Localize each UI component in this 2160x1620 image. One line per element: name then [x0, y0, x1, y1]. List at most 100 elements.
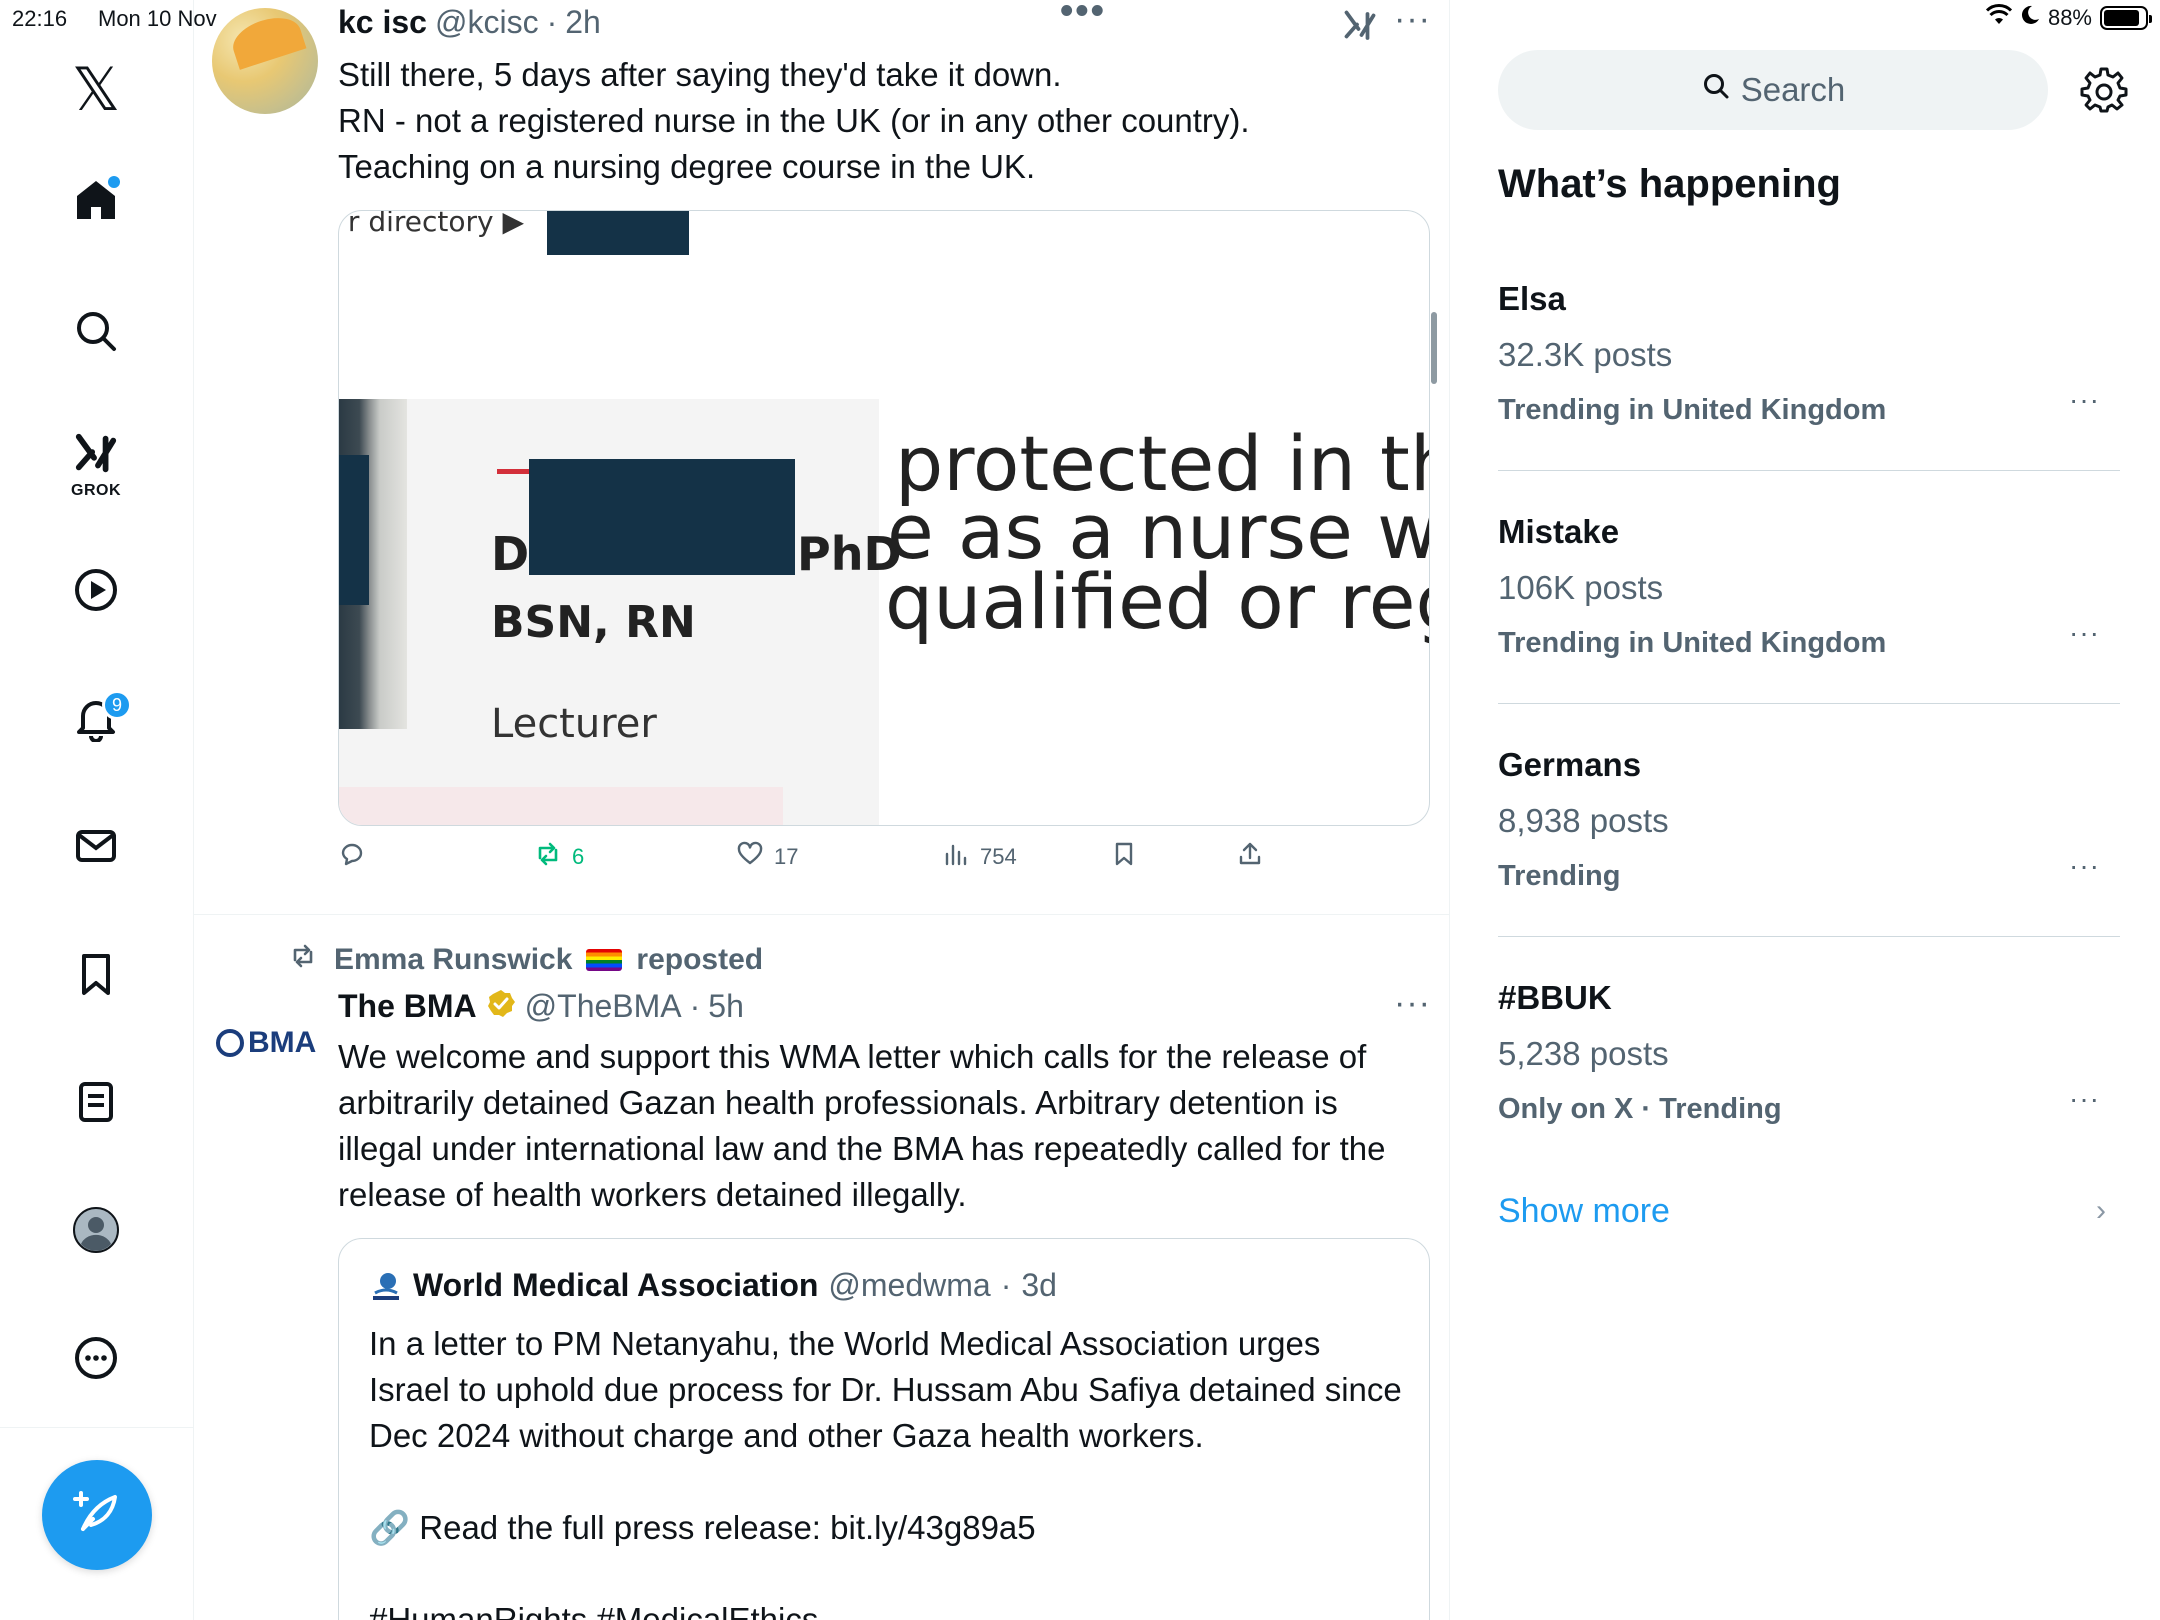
notification-count-badge: 9	[102, 690, 132, 720]
top-handle-dots[interactable]: •••	[1060, 0, 1106, 33]
right-sidebar: Search What’s happening Elsa 32.3K posts…	[1450, 0, 2160, 1620]
left-nav: 𝕏 GROK 9	[0, 0, 194, 1620]
avatar-logo-text: BMA	[248, 1026, 317, 1059]
post-header: kc isc @kcisc · 2h	[338, 4, 601, 41]
trend-divider	[1498, 703, 2120, 704]
grok-explain-icon[interactable]	[1342, 8, 1378, 49]
repost-context[interactable]: Emma Runswick reposted	[286, 942, 763, 978]
trend-more-icon[interactable]: ···	[2069, 384, 2100, 416]
trend-post-count: 8,938 posts	[1498, 802, 1669, 839]
more-circle-icon	[72, 1334, 120, 1387]
trend-item[interactable]: Mistake 106K posts Trending in United Ki…	[1498, 513, 2120, 745]
rainbow-flag-icon	[586, 949, 623, 971]
nav-grok[interactable]: GROK	[56, 420, 136, 510]
video-play-icon	[72, 566, 120, 619]
settings-gear-icon[interactable]	[2080, 66, 2128, 114]
quote-header: World Medical Association @medwma · 3d	[369, 1267, 1057, 1304]
post-text: We welcome and support this WMA letter w…	[338, 1038, 1386, 1213]
post-text-line: Teaching on a nursing degree course in t…	[338, 148, 1036, 185]
display-name[interactable]: kc isc	[338, 4, 427, 41]
post-text: Still there, 5 days after saying they'd …	[338, 52, 1428, 190]
trend-item[interactable]: Elsa 32.3K posts Trending in United King…	[1498, 280, 2120, 512]
nav-lists[interactable]	[56, 1064, 136, 1144]
post-more-icon[interactable]: ···	[1394, 0, 1431, 39]
bookmark-icon	[72, 950, 120, 1003]
reply-button[interactable]	[338, 840, 376, 874]
x-logo-link[interactable]: 𝕏	[56, 50, 136, 130]
nav-profile[interactable]	[56, 1192, 136, 1272]
timestamp[interactable]: 2h	[565, 4, 601, 41]
repost-button[interactable]: 6	[534, 840, 584, 874]
trend-context: Trending	[1498, 860, 1621, 892]
post-actions: 6 17 754	[338, 840, 1378, 880]
handle[interactable]: @kcisc	[435, 4, 539, 41]
display-name[interactable]: The BMA	[338, 988, 477, 1025]
compose-post-button[interactable]	[42, 1460, 152, 1570]
heart-icon	[736, 840, 764, 874]
views-chart-icon	[942, 840, 970, 874]
chevron-right-icon[interactable]: ›	[2096, 1194, 2106, 1228]
redaction-block	[547, 211, 689, 255]
quote-timestamp[interactable]: 3d	[1021, 1267, 1057, 1304]
avatar[interactable]	[212, 8, 318, 114]
post-media-image[interactable]: ’r directory ▶ D PhD BSN, RN Lecturer pr…	[338, 210, 1430, 826]
redaction-block	[339, 455, 369, 605]
nav-explore[interactable]	[56, 293, 136, 373]
nav-bookmarks[interactable]	[56, 936, 136, 1016]
trend-context: Only on X · Trending	[1498, 1093, 1782, 1125]
redaction-block	[529, 459, 795, 575]
post-divider	[194, 914, 1449, 915]
quoted-post[interactable]: World Medical Association @medwma · 3d I…	[338, 1238, 1430, 1620]
trend-post-count: 32.3K posts	[1498, 336, 1673, 373]
article-text-line: qualified or regis	[885, 557, 1429, 646]
nav-video[interactable]	[56, 552, 136, 632]
trend-post-count: 5,238 posts	[1498, 1035, 1669, 1072]
grok-icon	[73, 431, 119, 482]
mail-icon	[72, 822, 120, 875]
avatar[interactable]: BMA	[216, 1026, 316, 1060]
search-input[interactable]: Search	[1498, 50, 2048, 130]
search-placeholder: Search	[1740, 71, 1846, 108]
timestamp[interactable]: 5h	[708, 988, 744, 1025]
repost-count: 6	[572, 844, 585, 869]
trend-context: Trending in United Kingdom	[1498, 627, 1887, 659]
post-text-line: RN - not a registered nurse in the UK (o…	[338, 102, 1250, 139]
media-breadcrumb: ’r directory ▶	[339, 210, 525, 238]
views-button[interactable]: 754	[942, 840, 1017, 874]
trend-more-icon[interactable]: ···	[2069, 617, 2100, 649]
card-role: Lecturer	[491, 701, 657, 747]
trend-name: Mistake	[1498, 513, 1620, 550]
quote-hashtags[interactable]: #HumanRights #MedicalEthics	[369, 1597, 1409, 1620]
like-button[interactable]: 17	[736, 840, 798, 874]
section-title: What’s happening	[1498, 162, 1841, 206]
handle[interactable]: @TheBMA	[525, 988, 682, 1025]
nav-home[interactable]	[56, 162, 136, 242]
x-logo-icon: 𝕏	[71, 56, 121, 123]
trend-more-icon[interactable]: ···	[2069, 850, 2100, 882]
card-credentials: BSN, RN	[491, 597, 696, 648]
quote-display-name[interactable]: World Medical Association	[413, 1267, 818, 1304]
reposter-name[interactable]: Emma Runswick	[334, 943, 572, 977]
trend-item[interactable]: #BBUK 5,238 posts Only on X · Trending ·…	[1498, 979, 2120, 1211]
show-more-link[interactable]: Show more	[1498, 1192, 1670, 1231]
nav-more[interactable]	[56, 1320, 136, 1400]
search-icon	[72, 307, 120, 360]
nav-messages[interactable]	[56, 808, 136, 888]
bookmark-button[interactable]	[1110, 840, 1138, 874]
search-icon	[1701, 71, 1731, 109]
nav-notifications[interactable]: 9	[56, 680, 136, 760]
scrollbar-thumb[interactable]	[1431, 312, 1437, 384]
repost-icon	[286, 942, 320, 978]
share-button[interactable]	[1236, 840, 1264, 874]
trend-item[interactable]: Germans 8,938 posts Trending ···	[1498, 746, 2120, 978]
trend-more-icon[interactable]: ···	[2069, 1083, 2100, 1115]
quote-handle[interactable]: @medwma	[828, 1267, 990, 1304]
press-release-link[interactable]: 🔗 Read the full press release: bit.ly/43…	[369, 1505, 1409, 1551]
trend-divider	[1498, 470, 2120, 471]
trend-divider	[1498, 936, 2120, 937]
post-more-icon[interactable]: ···	[1394, 984, 1431, 1023]
trend-context: Trending in United Kingdom	[1498, 394, 1887, 426]
wma-logo-icon	[369, 1269, 403, 1303]
